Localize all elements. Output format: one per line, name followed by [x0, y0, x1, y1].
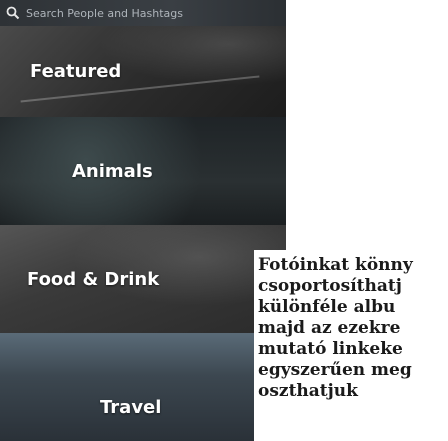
- search-bar: [0, 0, 286, 26]
- search-input[interactable]: [26, 6, 256, 20]
- category-label: Featured: [30, 61, 122, 82]
- app-frame: Featured Animals Food & Drink Travel Fot…: [0, 0, 448, 441]
- caption-text: Fotóinkat könny csoportosíthatj különfél…: [258, 255, 448, 402]
- category-label: Animals: [72, 160, 153, 182]
- search-icon: [6, 6, 20, 20]
- caption-line: csoportosíthatj: [258, 276, 402, 296]
- category-tile-food-drink[interactable]: Food & Drink: [0, 225, 286, 333]
- caption-line: majd az ezekre: [258, 318, 401, 338]
- caption-line: Fotóinkat könny: [258, 255, 413, 275]
- caption-line: oszthatjuk: [258, 381, 358, 401]
- category-label: Travel: [100, 396, 162, 418]
- caption-line: egyszerűen meg: [258, 360, 412, 380]
- category-tile-travel[interactable]: Travel: [0, 333, 286, 441]
- caption-line: mutató linkeke: [258, 339, 403, 359]
- caption-line: különféle albu: [258, 297, 396, 317]
- category-label: Food & Drink: [27, 268, 160, 290]
- category-tile-animals[interactable]: Animals: [0, 117, 286, 225]
- blank-area: [286, 0, 448, 250]
- category-column: Featured Animals Food & Drink Travel: [0, 0, 286, 441]
- category-tile-featured[interactable]: Featured: [0, 26, 286, 117]
